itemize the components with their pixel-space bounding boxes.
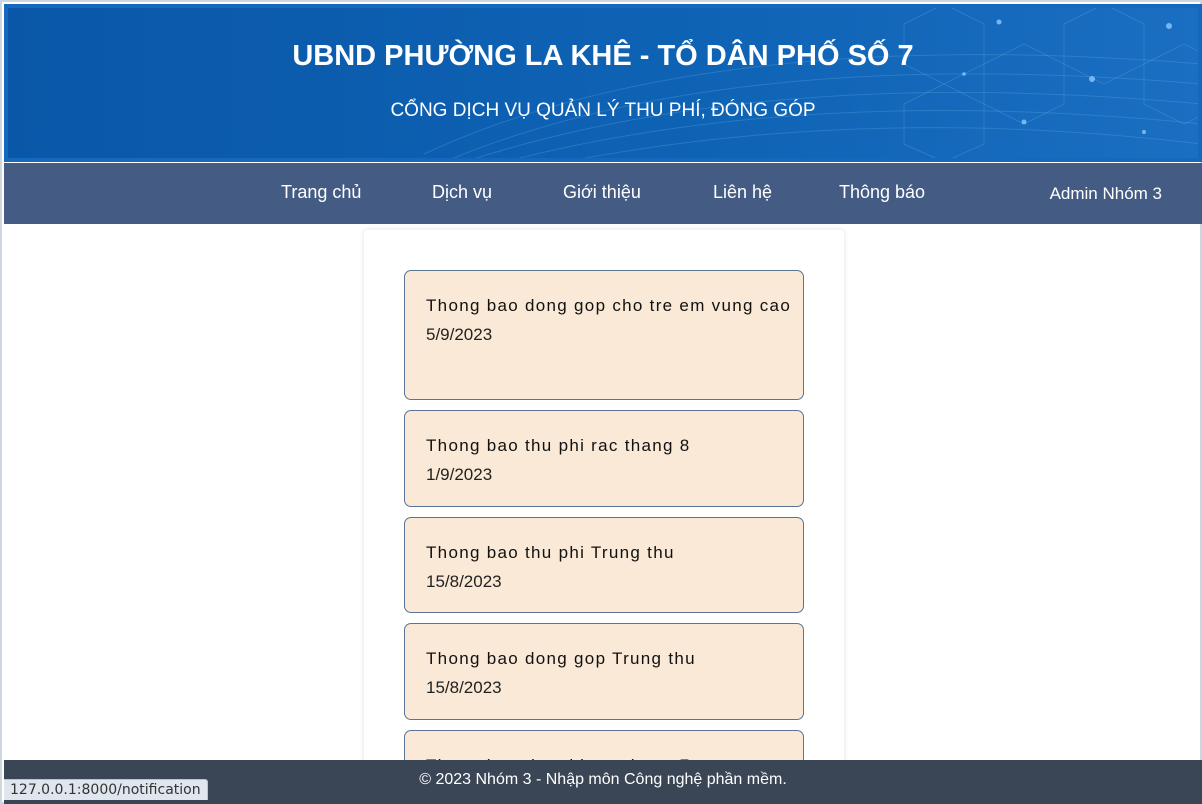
nav-about[interactable]: Giới thiệu [563, 163, 641, 224]
nav-services[interactable]: Dịch vụ [432, 163, 492, 224]
notification-card[interactable]: Thong bao dong gop Trung thu 15/8/2023 [404, 623, 804, 720]
page-title: UBND PHƯỜNG LA KHÊ - TỔ DÂN PHỐ SỐ 7 [292, 40, 914, 72]
nav-contact[interactable]: Liên hệ [713, 163, 772, 224]
footer-copyright: © 2023 Nhóm 3 - Nhập môn Công nghệ phần … [419, 771, 787, 788]
notification-date: 15/8/2023 [426, 572, 502, 591]
notification-card[interactable]: Thong bao thu phi rac thang 8 1/9/2023 [404, 410, 804, 507]
notification-title: Thong bao dong gop Trung thu [426, 649, 696, 668]
header-frame [4, 4, 1202, 162]
notification-title: Thong bao dong gop cho tre em vung cao [426, 296, 792, 315]
browser-status-url: 127.0.0.1:8000/notification [4, 779, 208, 800]
notification-title: Thong bao thu phi rac thang 8 [426, 436, 691, 455]
nav-home[interactable]: Trang chủ [281, 163, 361, 224]
nav-notifications[interactable]: Thông báo [839, 163, 925, 224]
notification-date: 5/9/2023 [426, 325, 493, 344]
notification-date: 15/8/2023 [426, 678, 502, 697]
user-account-link[interactable]: Admin Nhóm 3 [1050, 163, 1162, 224]
page-subtitle: CỔNG DỊCH VỤ QUẢN LÝ THU PHÍ, ĐÓNG GÓP [390, 100, 816, 121]
main-navbar: Trang chủ Dịch vụ Giới thiệu Liên hệ Thô… [4, 163, 1202, 224]
notification-date: 1/9/2023 [426, 465, 493, 484]
site-header: UBND PHƯỜNG LA KHÊ - TỔ DÂN PHỐ SỐ 7 CỔN… [4, 4, 1202, 162]
notification-card[interactable]: Thong bao thu phi Trung thu 15/8/2023 [404, 517, 804, 613]
notification-title: Thong bao thu phi Trung thu [426, 543, 675, 562]
notification-card[interactable]: Thong bao dong gop cho tre em vung cao 5… [404, 270, 804, 400]
